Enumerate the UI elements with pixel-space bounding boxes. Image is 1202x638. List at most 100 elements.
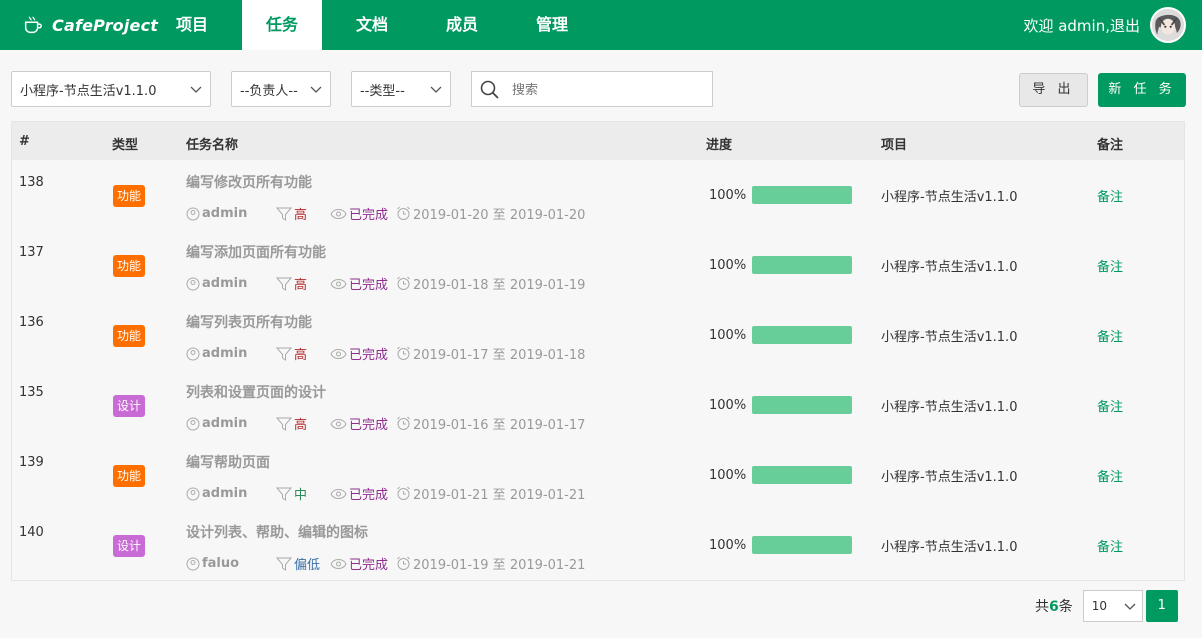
col-note: 备注 xyxy=(1097,138,1124,153)
task-name-link[interactable]: 编写添加页面所有功能 xyxy=(186,242,326,262)
col-project: 项目 xyxy=(881,138,908,153)
avatar[interactable] xyxy=(1150,7,1186,43)
status-label: 已完成 xyxy=(349,418,389,433)
eye-icon xyxy=(330,348,347,359)
task-dates: 2019-01-19 至 2019-01-21 xyxy=(396,554,585,573)
date-range: 2019-01-18 至 2019-01-19 xyxy=(413,278,586,293)
task-project: 小程序-节点生活v1.1.0 xyxy=(881,470,1018,485)
table-row[interactable]: 136 功能 编写列表页所有功能 admin 高 已完成 2019-01-17 至 2019… xyxy=(12,300,1184,370)
task-progress: 100% xyxy=(709,466,853,484)
priority-label: 中 xyxy=(294,488,308,503)
nav-item-members[interactable]: 成员 xyxy=(422,0,502,50)
eye-icon xyxy=(330,278,347,289)
search-input[interactable] xyxy=(512,80,702,100)
task-project: 小程序-节点生活v1.1.0 xyxy=(881,330,1018,345)
assignee-select-value: --负责人-- xyxy=(240,83,298,99)
total-count: 6 xyxy=(1049,599,1059,615)
task-note-link[interactable]: 备注 xyxy=(1097,186,1123,205)
date-range: 2019-01-17 至 2019-01-18 xyxy=(413,348,586,363)
task-type-badge: 设计 xyxy=(113,535,146,557)
task-status: 已完成 xyxy=(330,414,396,433)
task-dates: 2019-01-17 至 2019-01-18 xyxy=(396,344,585,363)
brand-name: CafeProject xyxy=(52,15,159,35)
progress-bar xyxy=(752,256,853,274)
status-label: 已完成 xyxy=(349,278,389,293)
task-note-link[interactable]: 备注 xyxy=(1097,536,1123,555)
main-nav: 项目 任务 文档 成员 管理 xyxy=(152,0,602,50)
progress-bar xyxy=(752,396,853,414)
total-count-text: 共6条 xyxy=(1035,596,1073,616)
progress-text: 100% xyxy=(709,537,747,553)
brand[interactable]: CafeProject xyxy=(22,0,158,50)
table-row[interactable]: 135 设计 列表和设置页面的设计 admin 高 已完成 2019-01-16 至 201… xyxy=(12,370,1184,440)
status-label: 已完成 xyxy=(349,348,389,363)
task-meta: admin 高 已完成 2019-01-18 至 2019-01-19 xyxy=(186,274,585,293)
task-name-link[interactable]: 列表和设置页面的设计 xyxy=(186,382,326,402)
status-label: 已完成 xyxy=(349,488,389,503)
task-name-link[interactable]: 编写列表页所有功能 xyxy=(186,312,312,332)
table-row[interactable]: 137 功能 编写添加页面所有功能 admin 高 已完成 2019-01-18 至 201… xyxy=(12,230,1184,300)
progress-bar xyxy=(752,186,853,204)
chevron-down-icon xyxy=(1124,603,1136,610)
nav-item-tasks[interactable]: 任务 xyxy=(242,0,322,50)
task-type-badge: 功能 xyxy=(113,465,146,487)
task-status: 已完成 xyxy=(330,554,396,573)
type-select[interactable]: --类型-- xyxy=(351,71,451,107)
task-progress: 100% xyxy=(709,186,853,204)
task-project: 小程序-节点生活v1.1.0 xyxy=(881,190,1018,205)
task-progress: 100% xyxy=(709,396,853,414)
task-name-link[interactable]: 编写帮助页面 xyxy=(186,452,270,472)
task-dates: 2019-01-20 至 2019-01-20 xyxy=(396,204,585,223)
date-range: 2019-01-19 至 2019-01-21 xyxy=(413,558,586,573)
chevron-down-icon xyxy=(430,86,442,93)
task-name-link[interactable]: 设计列表、帮助、编辑的图标 xyxy=(186,522,368,542)
task-id: 140 xyxy=(19,525,44,540)
eye-icon xyxy=(330,558,347,569)
date-range: 2019-01-20 至 2019-01-20 xyxy=(413,208,586,223)
new-task-button[interactable]: 新 任 务 xyxy=(1098,73,1186,107)
progress-bar xyxy=(752,466,853,484)
nav-item-projects[interactable]: 项目 xyxy=(152,0,232,50)
date-range: 2019-01-16 至 2019-01-17 xyxy=(413,418,586,433)
nav-item-admin[interactable]: 管理 xyxy=(512,0,592,50)
task-name-link[interactable]: 编写修改页所有功能 xyxy=(186,172,312,192)
task-id: 135 xyxy=(19,385,44,400)
table-row[interactable]: 140 设计 设计列表、帮助、编辑的图标 faluo 偏低 已完成 2019-01-19 至… xyxy=(12,510,1184,580)
total-prefix: 共 xyxy=(1035,599,1049,615)
task-dates: 2019-01-16 至 2019-01-17 xyxy=(396,414,585,433)
progress-bar-fill xyxy=(752,256,853,274)
priority-filter-icon xyxy=(276,277,292,291)
task-priority: 高 xyxy=(276,204,330,223)
assignee-select[interactable]: --负责人-- xyxy=(231,71,331,107)
export-button[interactable]: 导 出 xyxy=(1019,73,1088,107)
task-progress: 100% xyxy=(709,256,853,274)
eye-icon xyxy=(330,488,347,499)
project-select[interactable]: 小程序-节点生活v1.1.0 xyxy=(11,71,211,107)
priority-label: 高 xyxy=(294,278,308,293)
task-priority: 高 xyxy=(276,274,330,293)
page-button-current[interactable]: 1 xyxy=(1145,590,1178,622)
task-note-link[interactable]: 备注 xyxy=(1097,396,1123,415)
assignee-name: admin xyxy=(202,206,248,221)
task-assignee: admin xyxy=(186,416,276,431)
task-status: 已完成 xyxy=(330,274,396,293)
table-row[interactable]: 138 功能 编写修改页所有功能 admin 高 已完成 2019-01-20 至 2019… xyxy=(12,160,1184,230)
task-meta: admin 高 已完成 2019-01-20 至 2019-01-20 xyxy=(186,204,585,223)
progress-text: 100% xyxy=(709,467,747,483)
task-note-link[interactable]: 备注 xyxy=(1097,326,1123,345)
welcome-logout-link[interactable]: 欢迎 admin,退出 xyxy=(1023,15,1140,36)
task-dates: 2019-01-21 至 2019-01-21 xyxy=(396,484,585,503)
task-project: 小程序-节点生活v1.1.0 xyxy=(881,260,1018,275)
table-row[interactable]: 139 功能 编写帮助页面 admin 中 已完成 2019-01-21 至 2019-01… xyxy=(12,440,1184,510)
task-meta: admin 中 已完成 2019-01-21 至 2019-01-21 xyxy=(186,484,585,503)
user-icon xyxy=(186,277,200,290)
assignee-name: admin xyxy=(202,486,248,501)
page-size-select[interactable]: 10 xyxy=(1082,590,1143,622)
nav-item-docs[interactable]: 文档 xyxy=(332,0,412,50)
assignee-name: faluo xyxy=(202,556,240,571)
alarm-clock-icon xyxy=(397,486,410,500)
task-note-link[interactable]: 备注 xyxy=(1097,256,1123,275)
task-assignee: admin xyxy=(186,486,276,501)
col-name: 任务名称 xyxy=(186,138,239,153)
task-note-link[interactable]: 备注 xyxy=(1097,466,1123,485)
